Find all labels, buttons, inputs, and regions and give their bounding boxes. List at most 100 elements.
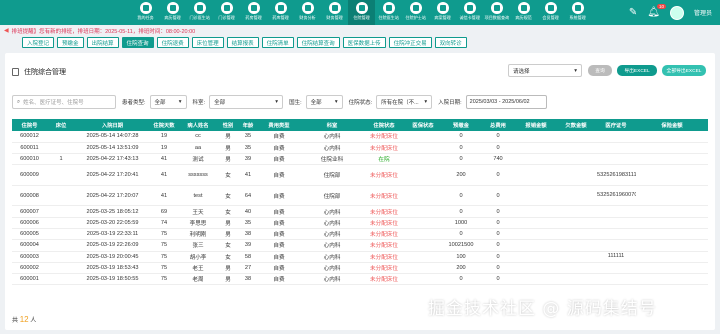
avatar[interactable] — [669, 5, 684, 20]
nav-item[interactable]: 病历规范 — [510, 0, 537, 25]
table-cell: 心内科 — [300, 217, 364, 229]
table-cell — [556, 239, 596, 252]
tab-button[interactable]: 住院结算查询 — [296, 37, 340, 48]
tab-button[interactable]: 医保数据上传 — [342, 37, 386, 48]
column-header[interactable]: 住院状态 — [364, 119, 404, 131]
table-cell: 0 — [480, 273, 516, 286]
table-cell: 600001 — [12, 273, 47, 286]
table-cell: 41 — [238, 164, 258, 186]
column-header[interactable]: 住院天数 — [150, 119, 178, 131]
nav-item[interactable]: 病历管理 — [159, 0, 186, 25]
table-cell: 2025-04-22 17:20:41 — [75, 164, 150, 186]
edit-icon[interactable]: ✎ — [629, 7, 637, 18]
column-header[interactable]: 总费用 — [480, 119, 516, 131]
table-cell: sssssss — [178, 164, 218, 186]
table-body: 600012 2025-05-14 14:07:28 19 cc 男 35 自费 心内科 未分配… — [12, 131, 708, 286]
nav-item[interactable]: 会员管理 — [537, 0, 564, 25]
nationality-select[interactable]: 全部 ▾ — [305, 95, 343, 109]
patient-type-select[interactable]: 全部 ▾ — [149, 95, 187, 109]
table-cell — [556, 142, 596, 155]
table-row[interactable]: 600008 2025-04-22 17:20:07 41 test 女 64 自费 住院部未… — [12, 185, 708, 207]
table-row[interactable]: 600011 2025-05-14 13:51:09 19 aa 男 35 自费 心内科 未分配… — [12, 142, 708, 155]
search-input[interactable]: ⌕ 姓名、医疗证号、住院号 — [12, 95, 116, 109]
nav-item[interactable]: 系统管理 — [564, 0, 591, 25]
table-row[interactable]: 600005 2025-03-19 22:33:11 75 利明刚男 38 自费 心内科 未分… — [12, 228, 708, 241]
status-select[interactable]: 所有在院（不... ▾ — [376, 95, 433, 109]
tab-button[interactable]: 住院退费 — [156, 37, 189, 48]
tab-button[interactable]: 床位管理 — [191, 37, 224, 48]
nav-item[interactable]: 门诊管理 — [213, 0, 240, 25]
column-header[interactable]: 医疗证号 — [596, 119, 636, 131]
chevron-down-icon: ▾ — [574, 67, 577, 74]
table-row[interactable]: 600009 2025-04-22 17:20:41 41 sssssss 女 41 自费住… — [12, 164, 708, 186]
nav-item[interactable]: 病案管理 — [429, 0, 456, 25]
nav-item[interactable]: 我的任务 — [132, 0, 159, 25]
table-cell — [47, 251, 75, 263]
dept-select[interactable]: 全部 ▾ — [209, 95, 284, 109]
column-header[interactable]: 报销金额 — [516, 119, 556, 131]
table-cell — [404, 142, 442, 155]
tab-button[interactable]: 出院结算 — [86, 37, 119, 48]
column-header[interactable]: 科室 — [300, 119, 364, 131]
query-button[interactable]: 查询 — [588, 65, 612, 76]
table-row[interactable]: 600002 2025-03-19 18:53:43 75 老王男 27 自费 心内科 未分配… — [12, 262, 708, 275]
export-all-excel-button[interactable]: 全部导出EXCEL — [662, 65, 706, 76]
table-cell: 100 — [442, 251, 480, 263]
column-header[interactable]: 床位 — [47, 119, 75, 131]
table-cell — [596, 273, 636, 286]
username[interactable]: 管理员 — [694, 8, 712, 17]
column-header[interactable]: 费用类型 — [258, 119, 300, 131]
table-row[interactable]: 600010 1 2025-04-22 17:43:13 41 测试男 39 自费 住院业科在… — [12, 153, 708, 166]
table-row[interactable]: 600012 2025-05-14 14:07:28 19 cc 男 35 自费 心内科 未分配… — [12, 131, 708, 143]
status-value: 所有在院（不... — [381, 100, 419, 106]
table-cell: 39 — [238, 153, 258, 166]
date-range-input[interactable]: 2025/03/03 - 2025/06/02 — [465, 95, 547, 109]
tab-button[interactable]: 双向转诊 — [434, 37, 467, 48]
nav-item[interactable]: 诚信卡管理 — [456, 0, 483, 25]
table-cell: 600004 — [12, 239, 47, 252]
nav-item[interactable]: 药房管理 — [240, 0, 267, 25]
nav-item[interactable]: 财务分析 — [294, 0, 321, 25]
nav-item[interactable]: 门诊医生站 — [186, 0, 213, 25]
nav-item[interactable]: 项目数据查询 — [483, 0, 510, 25]
column-header[interactable]: 住院号 — [12, 119, 47, 131]
table-cell: 女 — [218, 164, 238, 186]
nav-item[interactable]: 住院护士站 — [402, 0, 429, 25]
table-row[interactable]: 600004 2025-03-19 22:26:09 75 张三女 39 自费 心内科 未分配… — [12, 239, 708, 252]
bell-icon[interactable]: 🔔︎ 10 — [647, 4, 666, 18]
export-excel-button[interactable]: 导出EXCEL — [617, 65, 657, 76]
table-cell — [404, 228, 442, 241]
table-row[interactable]: 600007 2025-03-25 18:05:12 69 王天女 40 自费 心内科 未分配… — [12, 205, 708, 218]
tab-button[interactable]: 结算报表 — [226, 37, 259, 48]
table-cell: 未分配床位 — [364, 142, 404, 155]
tab-button[interactable]: 住院查询 — [121, 37, 154, 48]
nav-item[interactable]: 住院医生站 — [375, 0, 402, 25]
column-header[interactable]: 保险金额 — [636, 119, 708, 131]
table-row[interactable]: 600001 2025-03-19 18:50:55 75 老周男 38 自费 心内科 未分配… — [12, 273, 708, 286]
table-cell — [47, 131, 75, 143]
nav-item[interactable]: 财务管理 — [321, 0, 348, 25]
table-row[interactable]: 600006 2025-03-20 22:05:59 74 李思思男 35 自费 心内科 未分… — [12, 217, 708, 229]
tab-button[interactable]: 住院清单 — [261, 37, 294, 48]
table-cell: 2025-04-22 17:20:07 — [75, 185, 150, 207]
tab-button[interactable]: 入院登记 — [22, 37, 55, 48]
column-header[interactable]: 医保状态 — [404, 119, 442, 131]
total-prefix: 共 — [12, 318, 19, 324]
tab-button[interactable]: 住院冲正交易 — [388, 37, 432, 48]
column-header[interactable]: 入院日期 — [75, 119, 150, 131]
column-header[interactable]: 性别 — [218, 119, 238, 131]
top-right-tools: ✎ 🔔︎ 10 管理员 — [629, 0, 712, 25]
column-header[interactable]: 欠款金额 — [556, 119, 596, 131]
column-header[interactable]: 病人姓名 — [178, 119, 218, 131]
action-select[interactable]: 请选择 ▾ — [508, 64, 582, 77]
table-cell: 39 — [238, 239, 258, 252]
tab-button[interactable]: 预缴金 — [57, 37, 84, 48]
column-header[interactable]: 年龄 — [238, 119, 258, 131]
table-header-row: 住院号 床位 入院日期 住院天数 病人姓名 性别 年龄 费用类型 科室 住院状态 医保状态 预缴金 总费… — [12, 119, 708, 131]
nav-item[interactable]: 住院管理 — [348, 0, 375, 25]
table-cell: 女 — [218, 251, 238, 263]
table-row[interactable]: 600003 2025-03-19 20:00:45 75 胡小李女 58 自费 心内科 未分… — [12, 251, 708, 263]
table-cell — [47, 205, 75, 218]
column-header[interactable]: 预缴金 — [442, 119, 480, 131]
nav-item[interactable]: 药库管理 — [267, 0, 294, 25]
